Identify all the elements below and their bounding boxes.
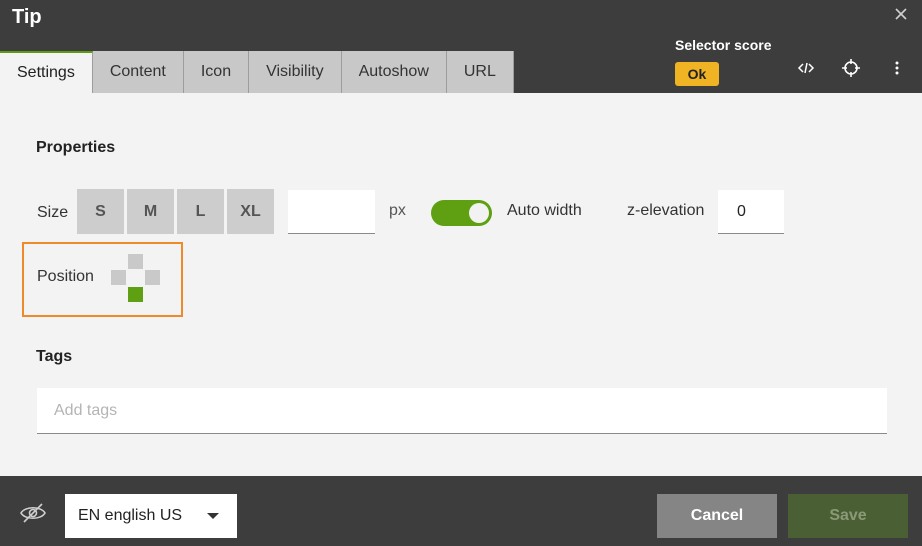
- px-unit-label: px: [389, 202, 406, 219]
- position-bottom[interactable]: [128, 287, 143, 302]
- position-label: Position: [37, 268, 94, 285]
- cancel-button[interactable]: Cancel: [657, 494, 777, 538]
- tags-input[interactable]: [37, 388, 887, 434]
- size-button-l[interactable]: L: [177, 189, 224, 234]
- tags-heading: Tags: [36, 348, 73, 365]
- auto-width-label: Auto width: [507, 202, 582, 219]
- position-right[interactable]: [145, 270, 160, 285]
- toggle-knob: [469, 203, 489, 223]
- position-left[interactable]: [111, 270, 126, 285]
- tab-content[interactable]: Content: [92, 51, 184, 93]
- more-vertical-icon[interactable]: [888, 59, 906, 77]
- save-button[interactable]: Save: [788, 494, 908, 538]
- z-elevation-input[interactable]: [718, 190, 784, 234]
- z-elevation-label: z-elevation: [627, 202, 705, 219]
- size-label: Size: [37, 204, 69, 221]
- tab-icon[interactable]: Icon: [183, 51, 250, 93]
- chevron-down-icon: [207, 513, 219, 519]
- code-icon[interactable]: [797, 59, 815, 77]
- dialog-footer: EN english US Cancel Save: [0, 476, 922, 546]
- language-select-value: EN english US: [78, 507, 183, 524]
- eye-off-icon[interactable]: [19, 502, 47, 524]
- tab-settings[interactable]: Settings: [0, 51, 93, 93]
- size-button-s[interactable]: S: [77, 189, 124, 234]
- tab-url[interactable]: URL: [446, 51, 514, 93]
- dialog-title: Tip: [12, 6, 42, 28]
- selector-score-badge: Ok: [675, 62, 719, 86]
- position-highlight-box: Position: [22, 242, 183, 317]
- tab-visibility[interactable]: Visibility: [249, 51, 342, 93]
- crosshair-icon[interactable]: [842, 59, 860, 77]
- close-icon[interactable]: [894, 7, 908, 21]
- language-select[interactable]: EN english US: [65, 494, 237, 538]
- dialog-header: Tip Settings Content Icon Visibility Aut…: [0, 0, 922, 93]
- size-button-m[interactable]: M: [127, 189, 174, 234]
- size-px-input[interactable]: [288, 190, 375, 234]
- selector-score-label: Selector score: [675, 37, 772, 53]
- size-button-group: S M L XL: [77, 189, 277, 234]
- size-button-xl[interactable]: XL: [227, 189, 274, 234]
- properties-heading: Properties: [36, 139, 116, 156]
- auto-width-toggle[interactable]: [431, 200, 492, 226]
- position-top[interactable]: [128, 254, 143, 269]
- tab-autoshow[interactable]: Autoshow: [341, 51, 447, 93]
- tab-bar: Settings Content Icon Visibility Autosho…: [0, 51, 514, 93]
